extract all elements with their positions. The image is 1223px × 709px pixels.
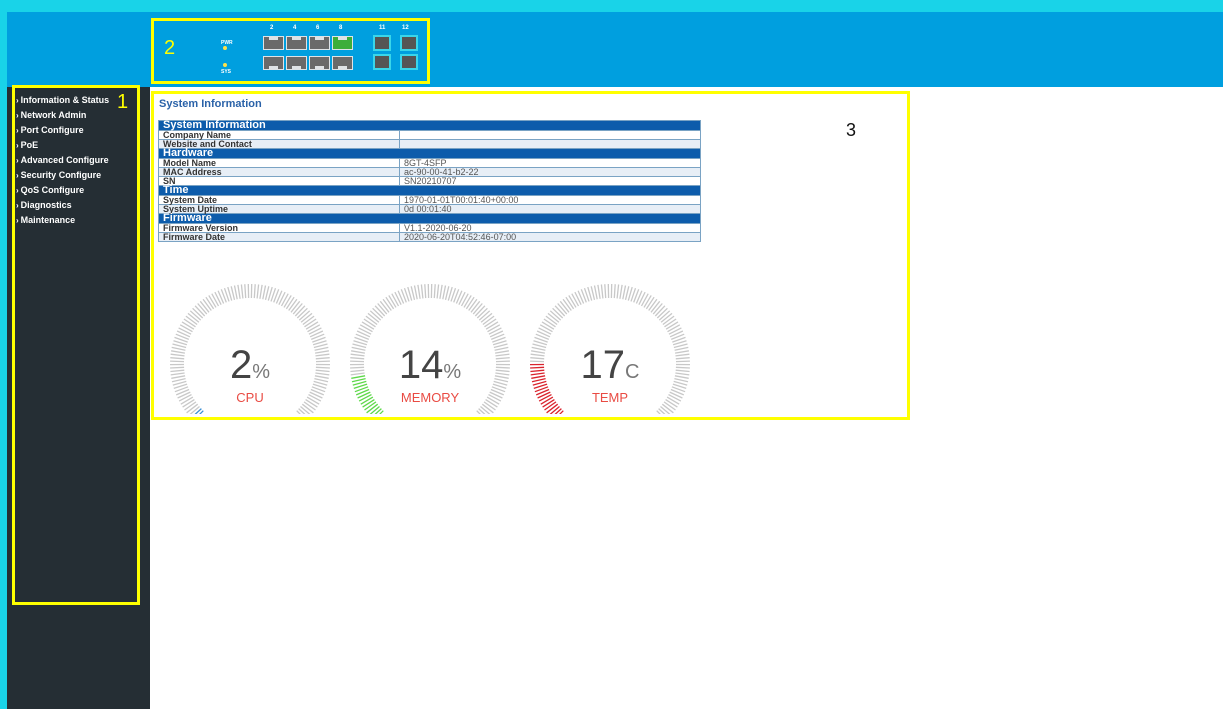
outer-frame-top — [0, 0, 1223, 12]
outer-frame-left — [0, 0, 7, 709]
annotation-number-1: 1 — [117, 91, 129, 113]
annotation-box-sidebar — [12, 85, 140, 605]
annotation-box-content — [151, 91, 910, 420]
annotation-box-header — [151, 18, 430, 84]
annotation-number-3: 3 — [846, 120, 857, 140]
annotation-number-2: 2 — [164, 37, 176, 59]
